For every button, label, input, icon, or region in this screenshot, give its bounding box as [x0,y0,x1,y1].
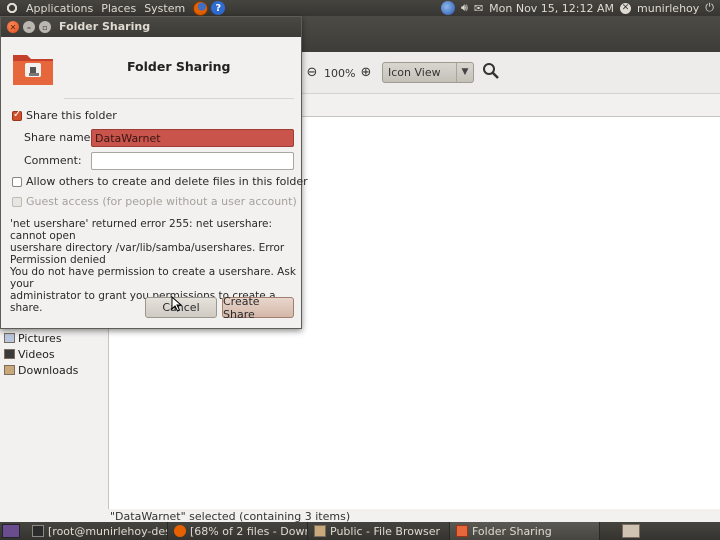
taskbar-item-file-browser[interactable]: Public - File Browser [308,522,450,540]
error-line: 'net usershare' returned error 255: net … [10,218,273,242]
view-mode-select[interactable]: Icon View ▼ [382,62,474,83]
pictures-folder-icon [4,333,15,343]
comment-label: Comment: [24,154,82,167]
taskbar-item-downloads[interactable]: [68% of 2 files - Downl... [168,522,308,540]
folder-share-icon [456,525,468,537]
error-line: usershare directory /var/lib/samba/users… [10,242,285,254]
dialog-title: Folder Sharing [59,20,151,33]
divider [64,98,294,99]
dialog-titlebar[interactable]: ✕ – ▫ Folder Sharing [1,17,301,37]
error-line: Permission denied [10,254,106,266]
dialog-heading: Folder Sharing [127,59,231,74]
help-icon[interactable]: ? [211,1,226,15]
taskbar-item-label: [root@munirlehoy-desk... [48,524,167,538]
taskbar-item-folder-sharing[interactable]: Folder Sharing [450,522,600,540]
bottom-panel: [root@munirlehoy-desk... [68% of 2 files… [0,522,720,540]
sidebar-item-videos[interactable]: Videos [4,346,55,362]
firefox-icon[interactable] [193,0,209,16]
menu-applications[interactable]: Applications [22,2,97,15]
system-tray: 🔊︎ ✉ Mon Nov 15, 12:12 AM ✕ munirlehoy ⏻ [441,0,720,16]
user-name[interactable]: munirlehoy [637,2,699,15]
view-mode-value: Icon View [388,66,441,79]
taskbar-item-label: [68% of 2 files - Downl... [190,524,307,538]
user-status-icon[interactable]: ✕ [620,2,632,14]
clock[interactable]: Mon Nov 15, 12:12 AM [489,2,614,15]
top-panel: Applications Places System ? 🔊︎ ✉ Mon No… [0,0,720,16]
show-desktop-icon[interactable] [2,524,20,538]
videos-folder-icon [4,349,15,359]
allow-others-label: Allow others to create and delete files … [26,175,308,188]
share-folder-checkbox[interactable] [12,109,22,121]
menu-system[interactable]: System [140,2,189,15]
sidebar-item-downloads[interactable]: Downloads [4,362,78,378]
chevron-down-icon: ▼ [456,63,473,82]
sidebar-item-label: Videos [18,347,55,361]
sidebar-item-label: Downloads [18,363,79,377]
maximize-icon[interactable]: ▫ [39,21,51,33]
terminal-icon [32,525,44,537]
ubuntu-logo-icon[interactable] [6,2,18,14]
mail-icon[interactable]: ✉ [474,2,483,15]
taskbar-item-label: Folder Sharing [472,524,552,538]
zoom-level: 100% [324,67,356,80]
workspace-switcher-icon[interactable] [622,524,640,538]
share-name-label: Share name: [24,131,95,144]
folder-share-icon [13,55,53,85]
zoom-in-icon[interactable]: ⊕ [358,65,374,81]
sidebar-item-pictures[interactable]: Pictures [4,330,62,346]
volume-icon[interactable]: 🔊︎ [461,1,468,15]
zoom-out-icon[interactable]: ⊖ [304,65,320,81]
share-folder-label: Share this folder [26,109,117,122]
download-icon [174,525,186,537]
search-icon[interactable] [482,62,500,80]
folder-icon [314,525,326,537]
error-line: You do not have permission to create a u… [10,266,296,290]
network-icon[interactable] [441,1,455,15]
close-icon[interactable]: ✕ [7,21,19,33]
downloads-folder-icon [4,365,15,375]
share-name-field[interactable]: DataWarnet [91,129,294,147]
top-menu: Applications Places System ? [0,0,226,16]
sidebar-item-label: Pictures [18,331,62,345]
guest-access-checkbox [12,197,22,207]
create-share-button[interactable]: Create Share [222,295,294,321]
mouse-cursor-icon [171,296,183,312]
guest-access-label: Guest access (for people without a user … [26,195,297,208]
taskbar-item-label: Public - File Browser [330,524,440,538]
menu-places[interactable]: Places [97,2,140,15]
allow-others-checkbox[interactable] [12,177,22,187]
taskbar-item-terminal[interactable]: [root@munirlehoy-desk... [26,522,168,540]
minimize-icon[interactable]: – [23,21,35,33]
power-icon[interactable]: ⏻ [705,1,714,15]
comment-field[interactable] [91,152,294,170]
folder-sharing-dialog: ✕ – ▫ Folder Sharing Folder Sharing Shar… [0,16,308,329]
